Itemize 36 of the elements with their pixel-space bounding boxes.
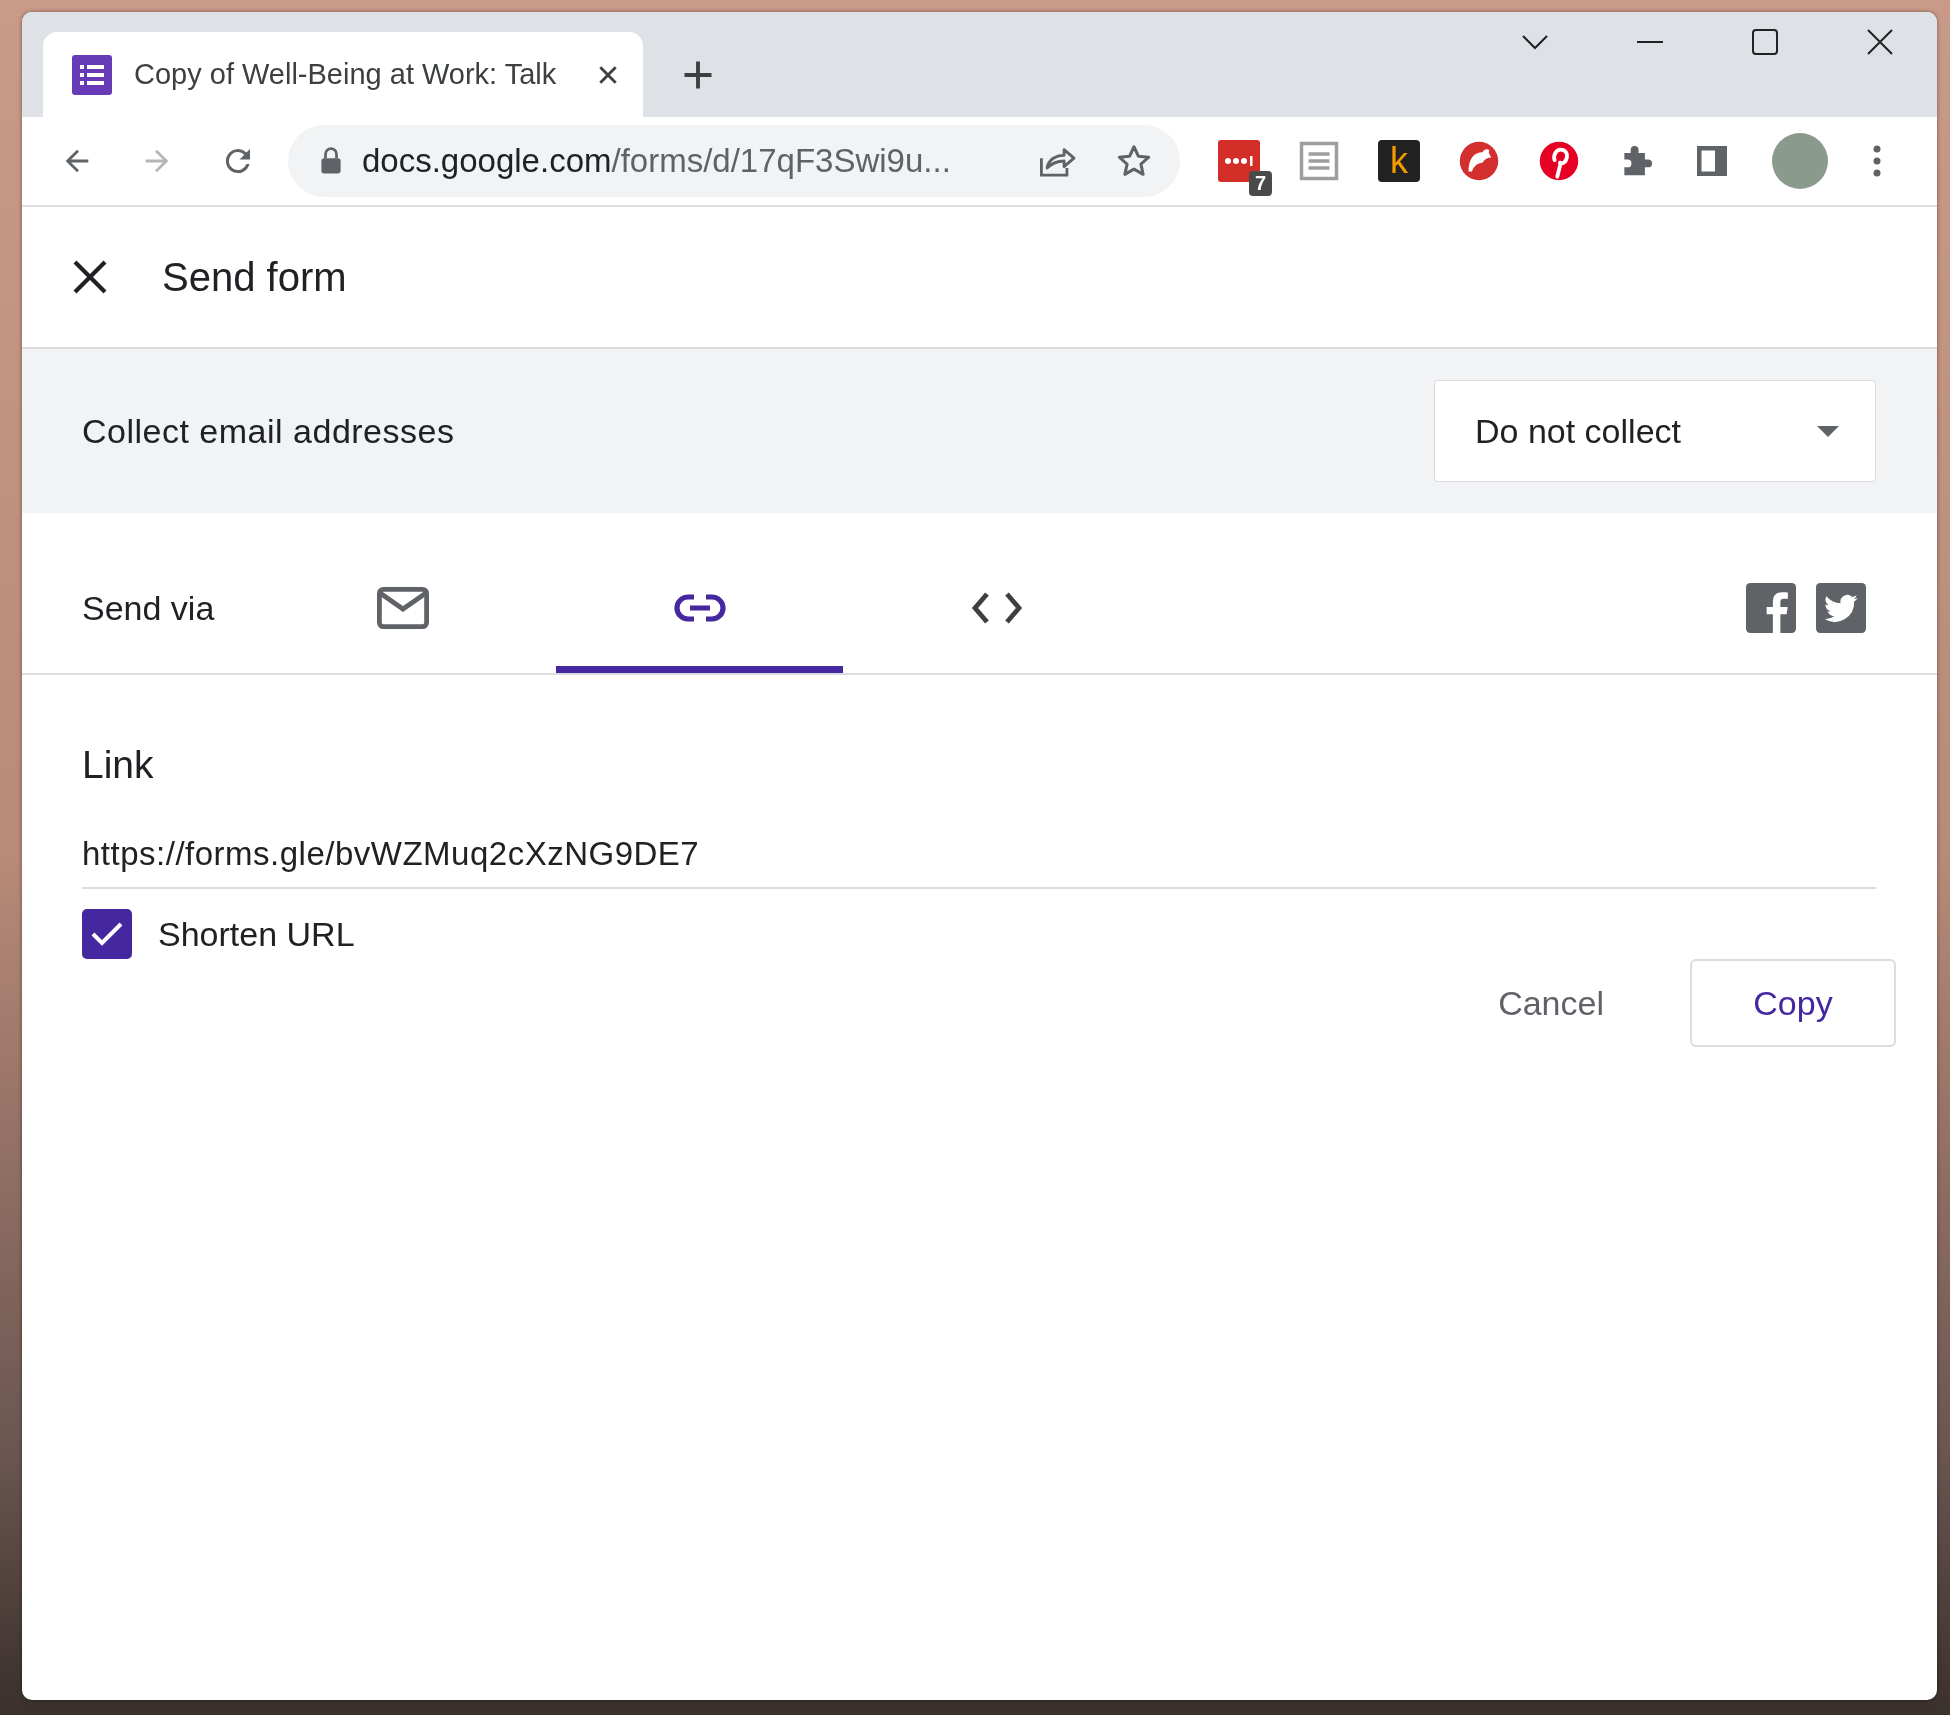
shorten-url-label: Shorten URL — [158, 914, 355, 954]
profile-avatar[interactable] — [1772, 133, 1828, 189]
dialog-button[interactable]: Copy — [1690, 959, 1896, 1047]
tab-search-icon[interactable] — [1521, 34, 1548, 50]
link-url-field[interactable]: https://forms.gle/bvWZMuq2cXzNG9DE7 — [82, 835, 1876, 889]
tab-title: Copy of Well-Being at Work: Talk — [134, 58, 558, 91]
dropdown-caret-icon — [1817, 425, 1839, 437]
address-bar[interactable]: docs.google.com/forms/d/17qF3Swi9u... — [288, 125, 1180, 197]
document-extension-icon[interactable] — [1298, 140, 1340, 182]
pinterest-extension-icon[interactable] — [1538, 140, 1580, 182]
facebook-icon[interactable] — [1746, 583, 1796, 633]
collect-email-dropdown[interactable]: Do not collect — [1434, 380, 1876, 482]
lock-icon — [320, 147, 342, 175]
menu-icon[interactable] — [1872, 144, 1882, 178]
close-window-icon[interactable] — [1866, 29, 1893, 55]
minimize-icon[interactable] — [1636, 40, 1663, 44]
code-brackets-icon — [970, 591, 1023, 624]
close-tab-icon[interactable] — [597, 63, 619, 86]
new-tab-icon[interactable] — [683, 59, 713, 90]
star-icon[interactable] — [1116, 143, 1152, 179]
dialog-title: Send form — [162, 254, 347, 300]
link-icon — [673, 592, 726, 623]
notification-count: 7 — [1248, 171, 1272, 196]
shorten-url-checkbox[interactable] — [82, 909, 132, 959]
close-icon[interactable] — [72, 259, 108, 295]
letter-extension-icon[interactable]: k — [1378, 140, 1420, 182]
checkmark-icon — [90, 920, 124, 948]
browser-tab[interactable]: Copy of Well-Being at Work: Talk — [43, 32, 643, 117]
link-heading: Link — [82, 743, 155, 787]
side-panel-icon[interactable] — [1694, 143, 1730, 179]
envelope-icon — [376, 586, 429, 629]
forms-favicon-icon — [72, 54, 112, 95]
twitter-icon[interactable] — [1816, 583, 1866, 633]
collect-email-label: Collect email addresses — [82, 411, 455, 451]
send-via-label: Send via — [82, 587, 216, 629]
maximize-icon[interactable] — [1751, 29, 1778, 55]
